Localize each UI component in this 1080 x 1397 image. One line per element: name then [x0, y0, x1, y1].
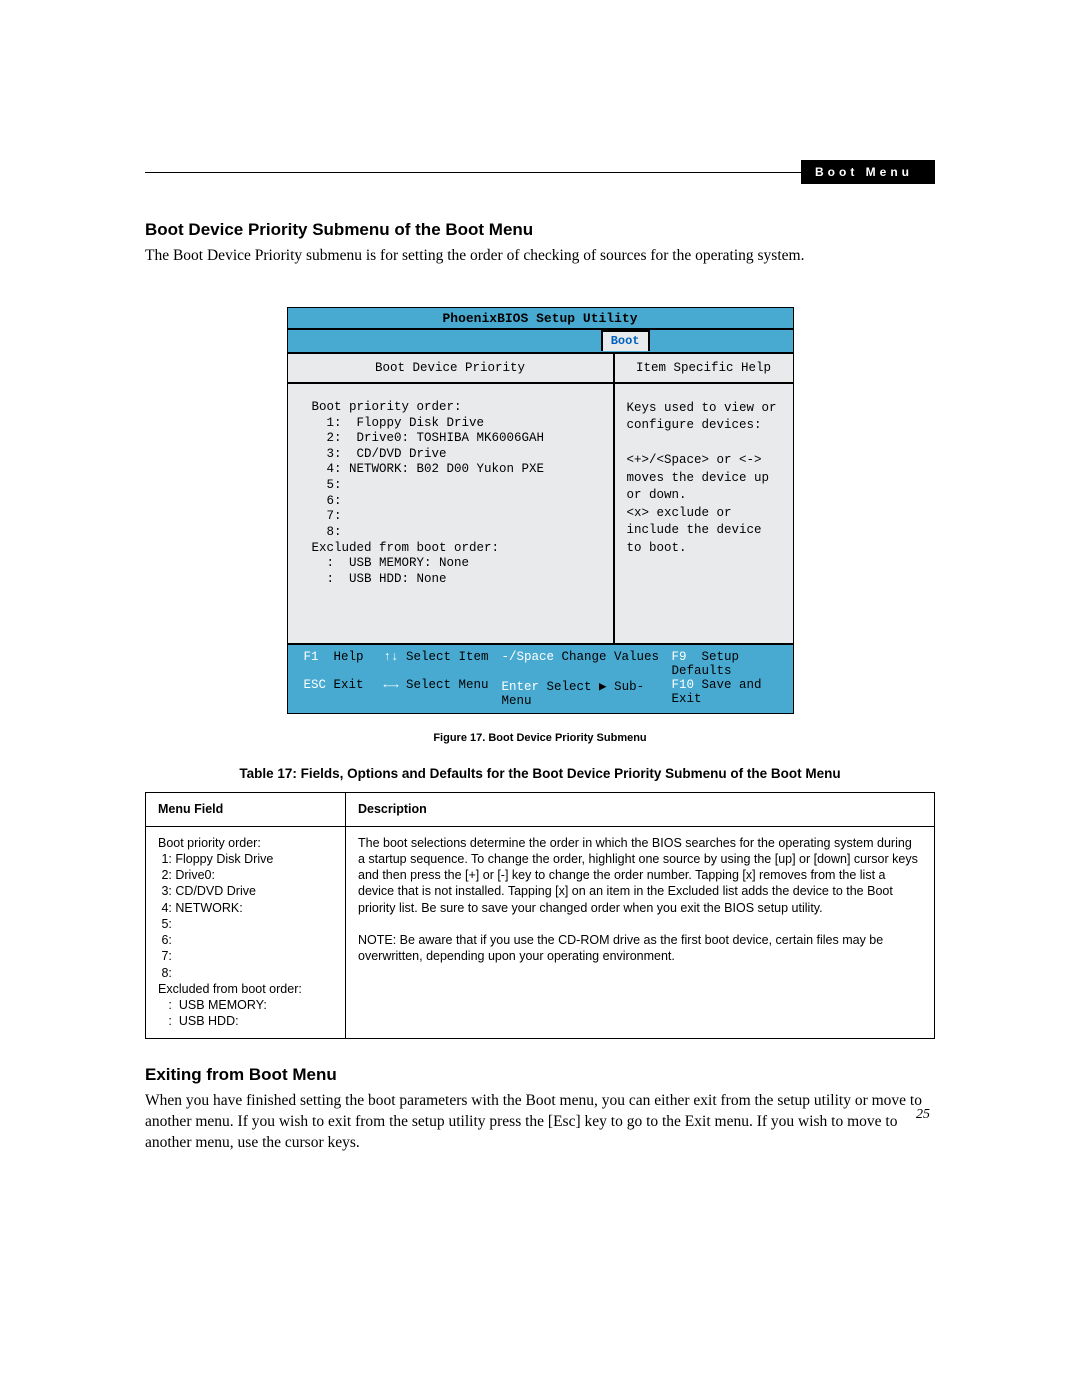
bios-tab-boot: Boot: [601, 330, 650, 351]
section-intro: The Boot Device Priority submenu is for …: [145, 246, 935, 267]
exit-heading: Exiting from Boot Menu: [145, 1065, 935, 1085]
table-row: Boot priority order: 1: Floppy Disk Driv…: [146, 826, 935, 1038]
info-table: Menu Field Description Boot priority ord…: [145, 792, 935, 1038]
exit-body: When you have finished setting the boot …: [145, 1091, 935, 1154]
page-number: 25: [916, 1107, 930, 1123]
header-bar: Boot Menu: [145, 160, 935, 184]
table-header-menu-field: Menu Field: [146, 793, 346, 826]
bios-screenshot: PhoenixBIOS Setup Utility Boot Boot Devi…: [287, 307, 794, 715]
table-header-description: Description: [346, 793, 935, 826]
header-tag: Boot Menu: [801, 160, 935, 184]
section-title: Boot Device Priority Submenu of the Boot…: [145, 220, 935, 240]
document-page: Boot Menu Boot Device Priority Submenu o…: [0, 0, 1080, 1213]
header-rule: [145, 172, 801, 173]
figure-caption: Figure 17. Boot Device Priority Submenu: [145, 732, 935, 744]
table-cell-menu-field: Boot priority order: 1: Floppy Disk Driv…: [146, 826, 346, 1038]
bios-tab-row: Boot: [288, 330, 793, 354]
table-caption: Table 17: Fields, Options and Defaults f…: [145, 766, 935, 781]
bios-right-header: Item Specific Help: [615, 354, 793, 384]
bios-title: PhoenixBIOS Setup Utility: [288, 308, 793, 330]
bios-boot-order: Boot priority order: 1: Floppy Disk Driv…: [288, 384, 613, 644]
bios-help-text: Keys used to view or configure devices: …: [615, 384, 793, 614]
table-cell-description: The boot selections determine the order …: [346, 826, 935, 1038]
bios-footer: F1 Help ↑↓ Select Item -/Space Change Va…: [288, 643, 793, 713]
bios-left-header: Boot Device Priority: [288, 354, 613, 384]
